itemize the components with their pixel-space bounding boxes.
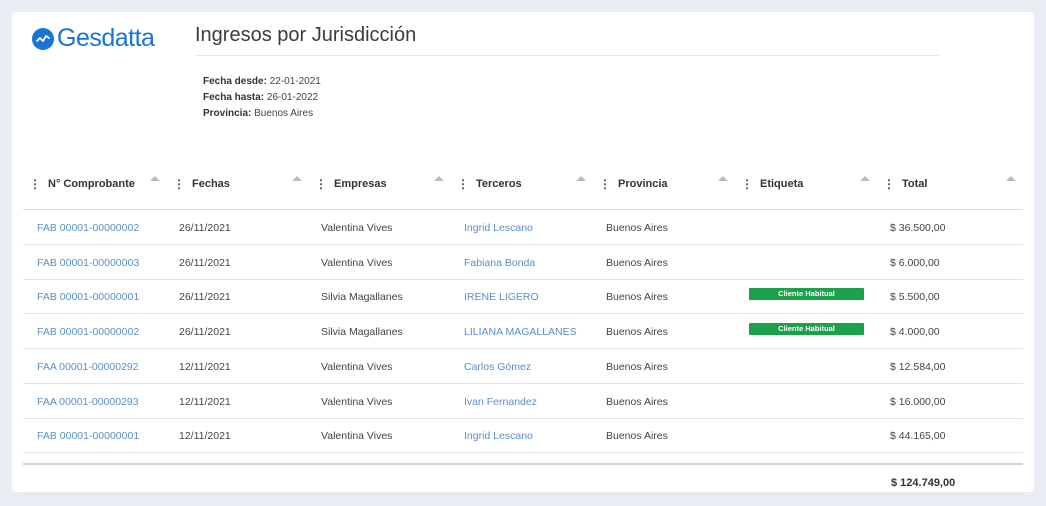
drag-handle-icon: ⋮ [29,177,41,191]
comprobante-link[interactable]: FAA 00001-00000292 [37,361,139,373]
sort-arrow-icon[interactable] [576,176,586,181]
page-title: Ingresos por Jurisdicción [195,24,939,56]
comprobante-link[interactable]: FAB 00001-00000003 [37,257,139,269]
drag-handle-icon: ⋮ [315,177,327,191]
total-cell: $ 16.000,00 [890,395,946,408]
grand-total: $ 124.749,00 [891,477,956,489]
report-card: Gesdatta Ingresos por Jurisdicción Fecha… [12,12,1034,495]
brand-logo[interactable]: Gesdatta [32,24,155,53]
empresa-cell: Valentina Vives [321,395,393,408]
comprobante-link[interactable]: FAB 00001-00000002 [37,222,139,234]
provincia-cell: Buenos Aires [606,360,668,373]
total-cell: $ 4.000,00 [890,326,940,339]
table-row[interactable]: FAB 00001-00000002 26/11/2021 Valentina Vi… [23,210,1023,245]
etiqueta-badge: Cliente Habitual [749,288,864,301]
fecha-cell: 26/11/2021 [179,256,231,269]
fecha-cell: 26/11/2021 [179,291,231,304]
total-cell: $ 36.500,00 [890,222,946,234]
column-header-fechas[interactable]: ⋮ Fechas [173,176,230,192]
tercero-link[interactable]: LILIANA MAGALLANES [464,326,577,338]
empresa-cell: Valentina Vives [321,360,393,373]
tercero-link[interactable]: Ingrid Lescano [464,222,533,234]
empresa-cell: Valentina Vives [321,256,393,269]
provincia-cell: Buenos Aires [606,430,668,443]
table-row[interactable]: FAB 00001-00000001 12/11/2021 Valentina Vi… [23,418,1023,454]
column-header-terceros[interactable]: ⋮ Terceros [457,176,522,192]
column-header-etiqueta[interactable]: ⋮ Etiqueta [741,176,803,192]
brand-name: Gesdatta [57,24,155,52]
filter-hasta: Fecha hasta: 26-01-2022 [203,92,319,103]
drag-handle-icon: ⋮ [173,177,185,191]
total-cell: $ 12.584,00 [890,360,946,373]
provincia-cell: Buenos Aires [606,326,668,339]
comprobante-link[interactable]: FAB 00001-00000001 [37,430,139,442]
column-header-provincia[interactable]: ⋮ Provincia [599,176,668,192]
tercero-link[interactable]: Fabiana Bonda [464,257,535,269]
filter-provincia: Provincia: Buenos Aires [203,108,314,119]
table-row[interactable]: FAA 00001-00000292 12/11/2021 Valentina Vi… [23,349,1023,384]
total-cell: $ 6.000,00 [890,256,940,269]
pulse-icon [32,27,54,50]
drag-handle-icon: ⋮ [883,177,895,191]
provincia-cell: Buenos Aires [606,395,668,408]
tercero-link[interactable]: IRENE LIGERO [464,291,539,303]
table-row[interactable]: FAB 00001-00000003 26/11/2021 Valentina Vi… [23,245,1023,280]
empresa-cell: Valentina Vives [321,430,393,443]
column-header-comprobante[interactable]: ⋮ N° Comprobante [29,176,135,192]
comprobante-link[interactable]: FAB 00001-00000001 [37,291,139,303]
etiqueta-badge: Cliente Habitual [749,323,864,336]
drag-handle-icon: ⋮ [741,177,753,191]
filter-desde: Fecha desde: 22-01-2021 [203,76,321,87]
sort-arrow-icon[interactable] [292,176,302,181]
total-cell: $ 44.165,00 [890,430,946,443]
empresa-cell: Silvia Magallanes [321,291,403,304]
sort-arrow-icon[interactable] [1006,176,1016,181]
total-cell: $ 5.500,00 [890,291,940,304]
tercero-link[interactable]: Ingrid Lescano [464,430,533,442]
sort-arrow-icon[interactable] [860,176,870,181]
provincia-cell: Buenos Aires [606,256,668,269]
fecha-cell: 26/11/2021 [179,222,231,234]
fecha-cell: 12/11/2021 [179,360,231,373]
empresa-cell: Valentina Vives [321,222,393,234]
sort-arrow-icon[interactable] [718,176,728,181]
table-header: ⋮ N° Comprobante ⋮ Fechas ⋮ Empresas ⋮ Terce… [23,166,1023,210]
tercero-link[interactable]: Carlos Gómez [464,361,531,373]
comprobante-link[interactable]: FAA 00001-00000293 [37,396,139,408]
column-header-empresas[interactable]: ⋮ Empresas [315,176,387,192]
sort-arrow-icon[interactable] [150,176,160,181]
provincia-cell: Buenos Aires [606,291,668,304]
sort-arrow-icon[interactable] [434,176,444,181]
column-header-total[interactable]: ⋮ Total [883,176,927,192]
fecha-cell: 12/11/2021 [179,430,231,443]
tercero-link[interactable]: Ivan Fernandez [464,396,537,408]
table-row[interactable]: FAB 00001-00000002 26/11/2021 Silvia Magal… [23,314,1023,350]
drag-handle-icon: ⋮ [599,177,611,191]
table-row[interactable]: FAB 00001-00000001 26/11/2021 Silvia Magal… [23,279,1023,315]
fecha-cell: 26/11/2021 [179,326,231,339]
comprobante-link[interactable]: FAB 00001-00000002 [37,326,139,338]
total-row: $ 124.749,00 [23,465,1023,495]
fecha-cell: 12/11/2021 [179,395,231,408]
provincia-cell: Buenos Aires [606,222,668,234]
empresa-cell: Silvia Magallanes [321,326,403,339]
table-row[interactable]: FAA 00001-00000293 12/11/2021 Valentina Vi… [23,384,1023,419]
drag-handle-icon: ⋮ [457,177,469,191]
report-filters: Fecha desde: 22-01-2021 Fecha hasta: 26-… [203,74,321,122]
